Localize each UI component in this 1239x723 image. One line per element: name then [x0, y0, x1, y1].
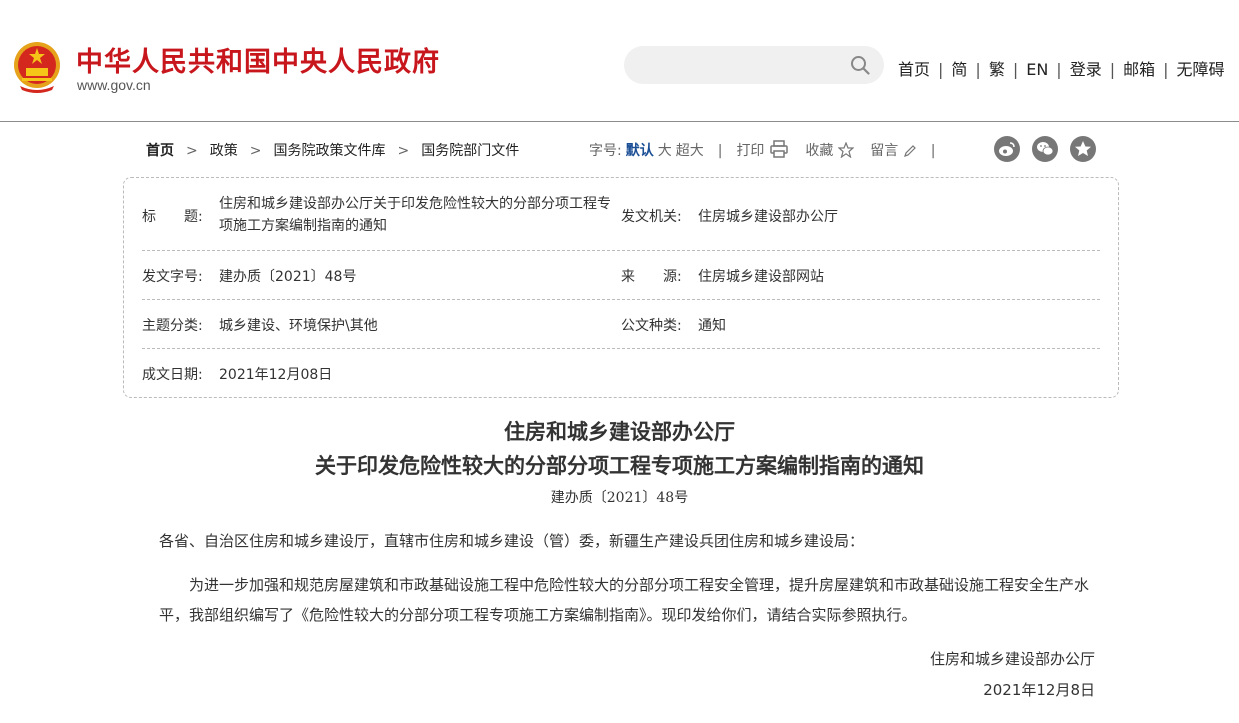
nav-separator: | [938, 60, 944, 79]
chevron-right-icon: > [186, 143, 198, 159]
genre-value: 通知 [698, 318, 726, 334]
site-title[interactable]: 中华人民共和国中央人民政府 [76, 40, 440, 79]
nav-mailbox[interactable]: 邮箱 [1123, 60, 1155, 79]
chevron-right-icon: > [397, 143, 410, 159]
pencil-icon [903, 145, 916, 157]
national-emblem-icon[interactable] [12, 40, 62, 94]
font-size-default[interactable]: 默认 [626, 143, 654, 159]
search-box[interactable] [624, 46, 884, 84]
breadcrumb-department-docs[interactable]: 国务院部门文件 [421, 143, 519, 159]
divider: | [930, 143, 936, 159]
breadcrumb-home[interactable]: 首页 [146, 143, 174, 159]
date-label: 成文日期: [142, 367, 203, 383]
font-size-label: 字号: [589, 143, 622, 159]
document-title-line2: 关于印发危险性较大的分部分项工程专项施工方案编制指南的通知 [315, 453, 924, 478]
print-button[interactable]: 打印 [736, 140, 788, 159]
nav-separator: | [1056, 60, 1062, 79]
issuer-value: 住房城乡建设部办公厅 [698, 209, 838, 225]
title-value: 住房和城乡建设部办公厅关于印发危险性较大的分部分项工程专 项施工方案编制指南的通… [219, 193, 611, 237]
metadata-row: 主题分类: 城乡建设、环境保护\其他 公文种类: 通知 [142, 300, 1100, 349]
genre-label: 公文种类: [621, 318, 682, 334]
nav-separator: | [1163, 60, 1169, 79]
nav-traditional[interactable]: 繁 [989, 60, 1005, 79]
nav-simplified[interactable]: 简 [951, 60, 967, 79]
document-metadata-table: 标 题: 住房和城乡建设部办公厅关于印发危险性较大的分部分项工程专 项施工方案编… [123, 177, 1119, 398]
share-icons [994, 136, 1108, 166]
breadcrumb-policy-library[interactable]: 国务院政策文件库 [273, 143, 385, 159]
topic-label: 主题分类: [142, 318, 203, 334]
doc-number-label: 发文字号: [142, 269, 203, 285]
nav-english[interactable]: EN [1026, 60, 1048, 79]
issuer-label: 发文机关: [621, 209, 682, 225]
issue-date: 2021年12月8日 [983, 681, 1095, 699]
signature: 住房和城乡建设部办公厅 [929, 650, 1095, 668]
favorite-label: 收藏 [805, 143, 834, 159]
star-outline-icon [837, 141, 855, 159]
nav-login[interactable]: 登录 [1070, 60, 1102, 79]
print-label: 打印 [736, 143, 765, 159]
weibo-icon[interactable] [994, 136, 1020, 162]
source-label: 来 源: [621, 269, 682, 285]
breadcrumb-policy[interactable]: 政策 [210, 143, 238, 159]
site-header: 中华人民共和国中央人民政府 www.gov.cn 首页 | 简 | 繁 | EN | 登录 | 邮箱… [0, 0, 1239, 122]
nav-home[interactable]: 首页 [898, 60, 930, 79]
body-paragraph: 为进一步加强和规范房屋建筑和市政基础设施工程中危险性较大的分部分项工程安全管理，… [159, 576, 1090, 624]
comment-label: 留言 [870, 143, 899, 159]
divider: | [717, 143, 723, 159]
font-size-large[interactable]: 大 [658, 143, 672, 159]
top-nav: 首页 | 简 | 繁 | EN | 登录 | 邮箱 | 无障碍 [898, 56, 1225, 80]
document-number: 建办质〔2021〕48号 [550, 490, 689, 506]
date-value: 2021年12月08日 [219, 367, 333, 383]
nav-separator: | [1012, 60, 1019, 79]
metadata-row: 成文日期: 2021年12月08日 [142, 349, 1100, 398]
document-title-line1: 住房和城乡建设部办公厅 [504, 419, 735, 444]
favorite-button[interactable]: 收藏 [805, 141, 855, 159]
article-toolbar: 字号: 默认大超大 | 打印 收藏 留言 | [589, 140, 949, 160]
comment-button[interactable]: 留言 [870, 143, 916, 159]
breadcrumb: 首页 > 政策 > 国务院政策文件库 > 国务院部门文件 [146, 140, 519, 160]
chevron-right-icon: > [249, 143, 262, 159]
topic-value: 城乡建设、环境保护\其他 [219, 318, 378, 334]
favorite-star-icon[interactable] [1070, 136, 1096, 162]
title-value-line: 项施工方案编制指南的通知 [219, 218, 387, 234]
title-value-line: 住房和城乡建设部办公厅关于印发危险性较大的分部分项工程专 [219, 196, 611, 212]
source-value: 住房城乡建设部网站 [698, 269, 824, 285]
printer-icon [770, 140, 788, 158]
doc-number-value: 建办质〔2021〕48号 [219, 269, 357, 285]
search-input[interactable] [640, 54, 840, 76]
nav-separator: | [1109, 60, 1116, 79]
font-size-xlarge[interactable]: 超大 [676, 143, 704, 159]
salutation: 各省、自治区住房和城乡建设厅，直辖市住房和城乡建设（管）委，新疆生产建设兵团住房… [159, 532, 865, 550]
title-label: 标 题: [142, 209, 203, 225]
search-icon[interactable] [850, 55, 870, 75]
nav-accessibility[interactable]: 无障碍 [1177, 60, 1225, 79]
metadata-row: 发文字号: 建办质〔2021〕48号 来 源: 住房城乡建设部网站 [142, 251, 1100, 300]
site-url[interactable]: www.gov.cn [77, 77, 151, 93]
metadata-row: 标 题: 住房和城乡建设部办公厅关于印发危险性较大的分部分项工程专 项施工方案编… [142, 178, 1100, 251]
wechat-icon[interactable] [1032, 136, 1058, 162]
nav-separator: | [975, 60, 981, 79]
